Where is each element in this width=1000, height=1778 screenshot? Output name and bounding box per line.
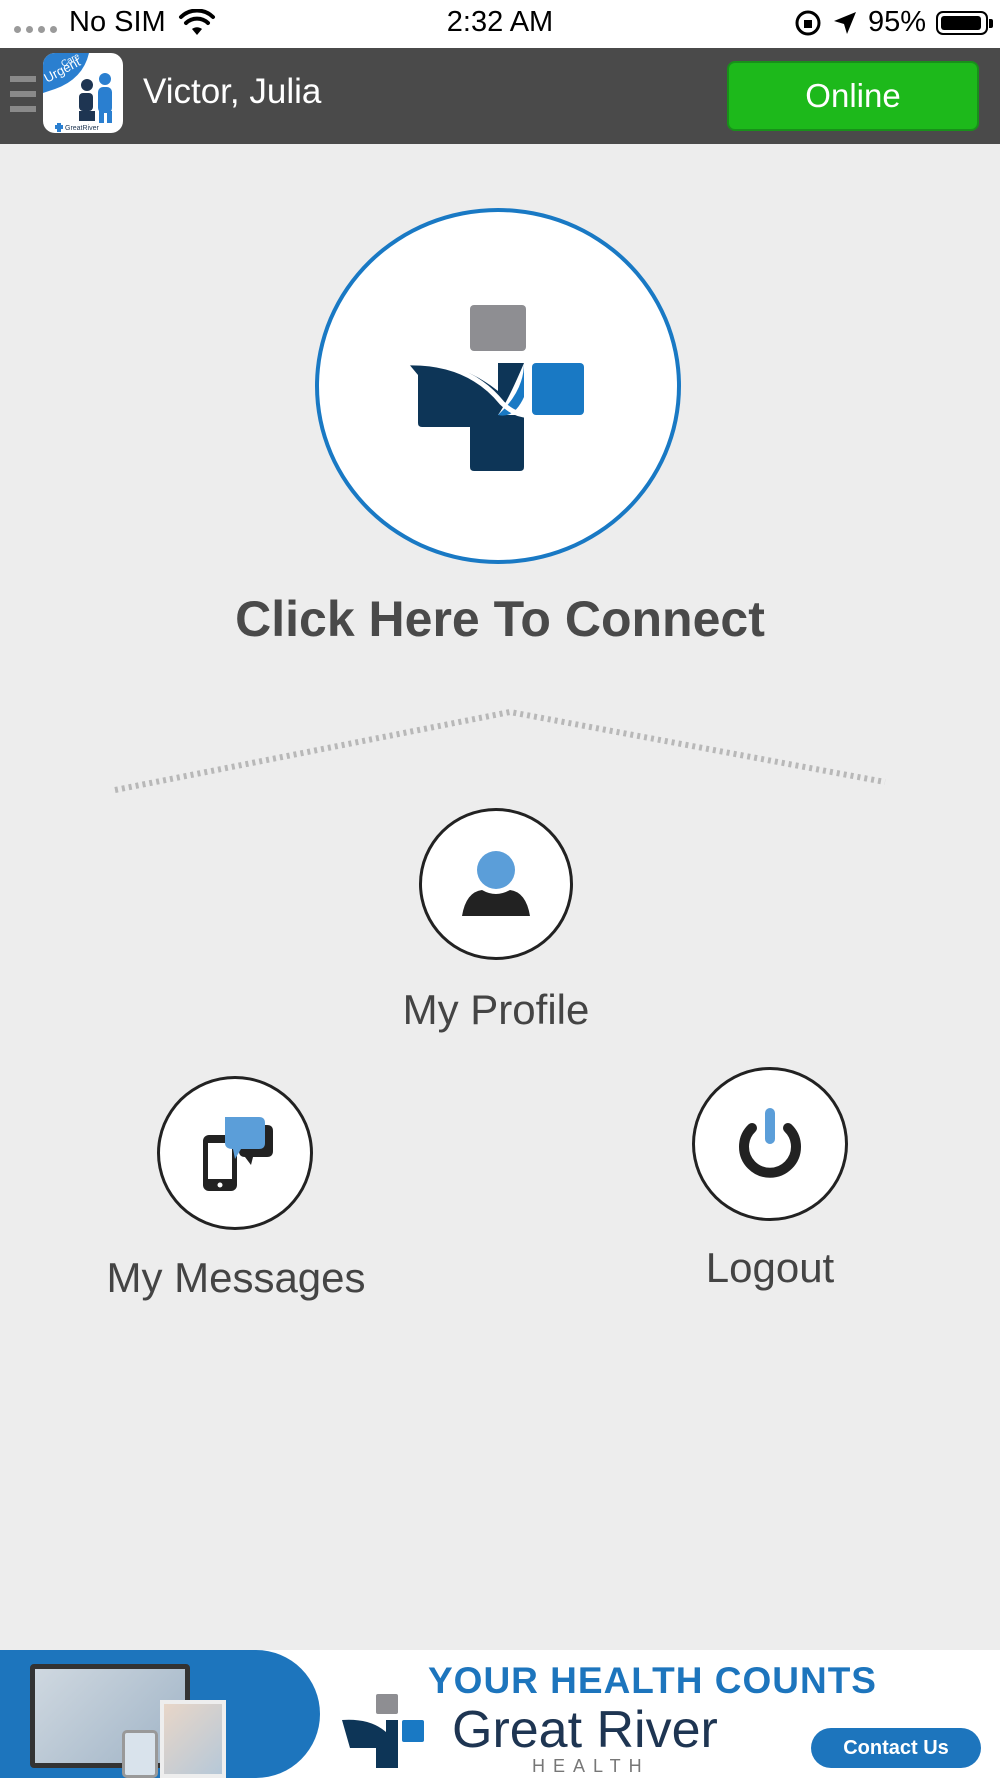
phone-chat-icon: [203, 1117, 273, 1191]
app-header: Care Urgent GreatRiver Victor, Julia Onl…: [0, 48, 1000, 144]
contact-us-button[interactable]: Contact Us: [811, 1728, 981, 1768]
connect-label[interactable]: Click Here To Connect: [0, 590, 1000, 648]
my-profile-button[interactable]: [419, 808, 573, 960]
logo-greatriver-text: GreatRiver: [65, 125, 100, 132]
banner-phone-photo: [122, 1730, 158, 1778]
banner-brand-sub: HEALTH: [532, 1756, 650, 1776]
logout-label[interactable]: Logout: [620, 1244, 920, 1292]
banner-brand: Great River: [452, 1701, 718, 1759]
hamburger-menu-icon[interactable]: [10, 76, 36, 112]
online-status-button[interactable]: Online: [727, 61, 979, 131]
my-profile-label[interactable]: My Profile: [346, 986, 646, 1034]
banner-headline: YOUR HEALTH COUNTS: [428, 1660, 877, 1701]
location-arrow-icon: [833, 11, 856, 34]
power-icon: [739, 1108, 801, 1178]
user-name: Victor, Julia: [143, 72, 322, 111]
app-logo: Care Urgent GreatRiver: [43, 53, 123, 133]
battery-percent: 95%: [867, 6, 926, 38]
great-river-cross-icon: [342, 1694, 424, 1768]
battery-icon: [936, 10, 993, 35]
logout-button[interactable]: [692, 1067, 848, 1221]
my-messages-button[interactable]: [157, 1076, 313, 1230]
my-messages-label[interactable]: My Messages: [86, 1254, 386, 1302]
dotted-divider: [114, 708, 886, 793]
banner-tablet-photo: [160, 1700, 226, 1778]
person-icon: [462, 851, 530, 916]
connect-button[interactable]: [315, 208, 681, 564]
ad-banner[interactable]: YOUR HEALTH COUNTS Great River HEALTH Co…: [0, 1650, 1000, 1778]
orientation-lock-icon: [795, 10, 821, 35]
status-bar: No SIM 2:32 AM 95%: [0, 0, 1000, 48]
medical-cross-icon: [405, 305, 584, 471]
